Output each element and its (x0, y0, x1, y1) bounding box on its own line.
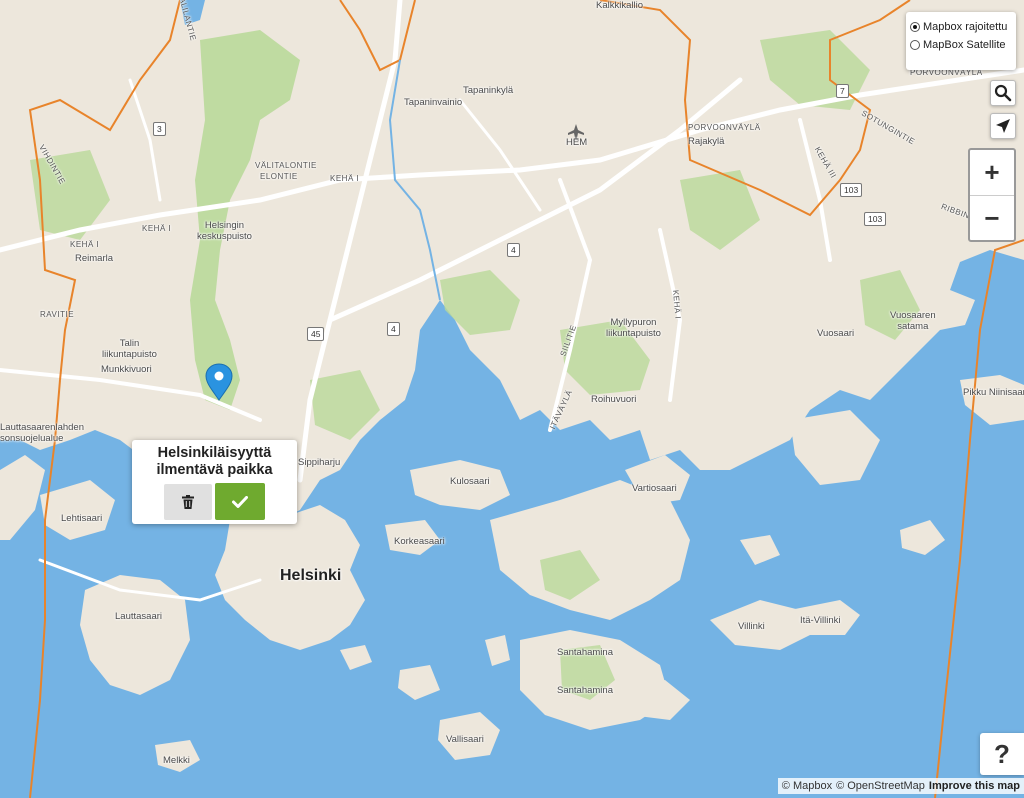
locate-button[interactable] (990, 113, 1016, 139)
place-label: Sippiharju (298, 457, 341, 468)
road-shield: 45 (307, 327, 325, 341)
osm-attribution-link[interactable]: © OpenStreetMap (836, 778, 925, 794)
mapbox-attribution-link[interactable]: © Mapbox (782, 778, 832, 794)
radio-button[interactable] (910, 40, 920, 50)
zoom-in-button[interactable]: + (970, 150, 1014, 196)
radio-button-checked[interactable] (910, 22, 920, 32)
place-label: Kulosaari (450, 476, 490, 487)
confirm-button[interactable] (215, 483, 265, 520)
road-label: KEHÄ I (330, 174, 360, 183)
place-label: Itä-Villinki (800, 615, 841, 626)
place-label: Melkki (163, 755, 190, 766)
road-shield: 103 (840, 183, 863, 197)
place-label: Talin liikuntapuisto (102, 338, 157, 360)
road-label: PORVOONVÄYLÄ (688, 123, 761, 132)
road-shield: 7 (836, 84, 849, 98)
zoom-out-button[interactable]: − (970, 196, 1014, 241)
road-label: RAVITIE (40, 310, 75, 319)
road-shield: 3 (153, 122, 166, 136)
place-label: Tapaninvainio (404, 97, 463, 108)
layer-switcher: Mapbox rajoitettu MapBox Satellite (906, 12, 1016, 70)
road-label: KEHÄ I (142, 224, 172, 233)
search-button[interactable] (990, 80, 1016, 106)
place-label: Vallisaari (446, 734, 484, 745)
check-icon (232, 495, 248, 508)
road-shield: 4 (387, 322, 400, 336)
place-label: Lauttasaarenlahden sonsuojelualue (0, 422, 84, 444)
place-label: Helsingin keskuspuisto (197, 220, 252, 242)
place-label: Lehtisaari (61, 513, 103, 524)
help-button[interactable]: ? (980, 733, 1024, 775)
place-label: Santahamina (557, 685, 613, 696)
road-label: KEHÄ I (70, 240, 100, 249)
road-shield: 103 (864, 212, 887, 226)
place-label: Myllypuron liikuntapuisto (606, 317, 661, 339)
place-label: Helsinki (280, 567, 342, 584)
attribution-bar: © Mapbox © OpenStreetMap Improve this ma… (777, 778, 1024, 794)
place-label: Kalkkikallio (596, 0, 643, 11)
place-label: Roihuvuori (591, 394, 637, 405)
place-label: Munkkivuori (101, 364, 152, 375)
place-label: Lauttasaari (115, 611, 163, 622)
layer-option-label: Mapbox rajoitettu (923, 21, 1008, 33)
place-label: Korkeasaari (394, 536, 445, 547)
search-icon (994, 84, 1012, 102)
place-label: Vuosaaren satama (890, 310, 936, 332)
place-label: Santahamina (557, 647, 613, 658)
trash-icon (182, 495, 194, 509)
road-shield: 4 (507, 243, 520, 257)
place-label: Pikku Niinisaari (963, 387, 1024, 398)
road-label: ELONTIE (260, 172, 298, 181)
place-label: Vuosaari (817, 328, 855, 339)
place-label: Rajakylä (688, 136, 725, 147)
marker-popup: Helsinkiläisyyttä ilmentävä paikka (132, 440, 297, 524)
locate-arrow-icon (996, 119, 1010, 133)
layer-option-label: MapBox Satellite (923, 39, 1006, 51)
zoom-control: + − (968, 148, 1016, 242)
delete-button[interactable] (164, 484, 212, 520)
improve-map-link[interactable]: Improve this map (929, 778, 1020, 794)
popup-title: Helsinkiläisyyttä ilmentävä paikka (156, 445, 273, 478)
road-label: VÄLITALONTIE (255, 161, 317, 170)
place-label: Villinki (738, 621, 765, 632)
place-label: Tapaninkylä (463, 85, 514, 96)
place-label: HEM (566, 137, 588, 148)
place-label: Reimarla (75, 253, 114, 264)
layer-option-mapbox[interactable]: Mapbox rajoitettu (910, 18, 1016, 36)
place-label: Vartiosaari (632, 483, 677, 494)
layer-option-satellite[interactable]: MapBox Satellite (910, 36, 1016, 54)
